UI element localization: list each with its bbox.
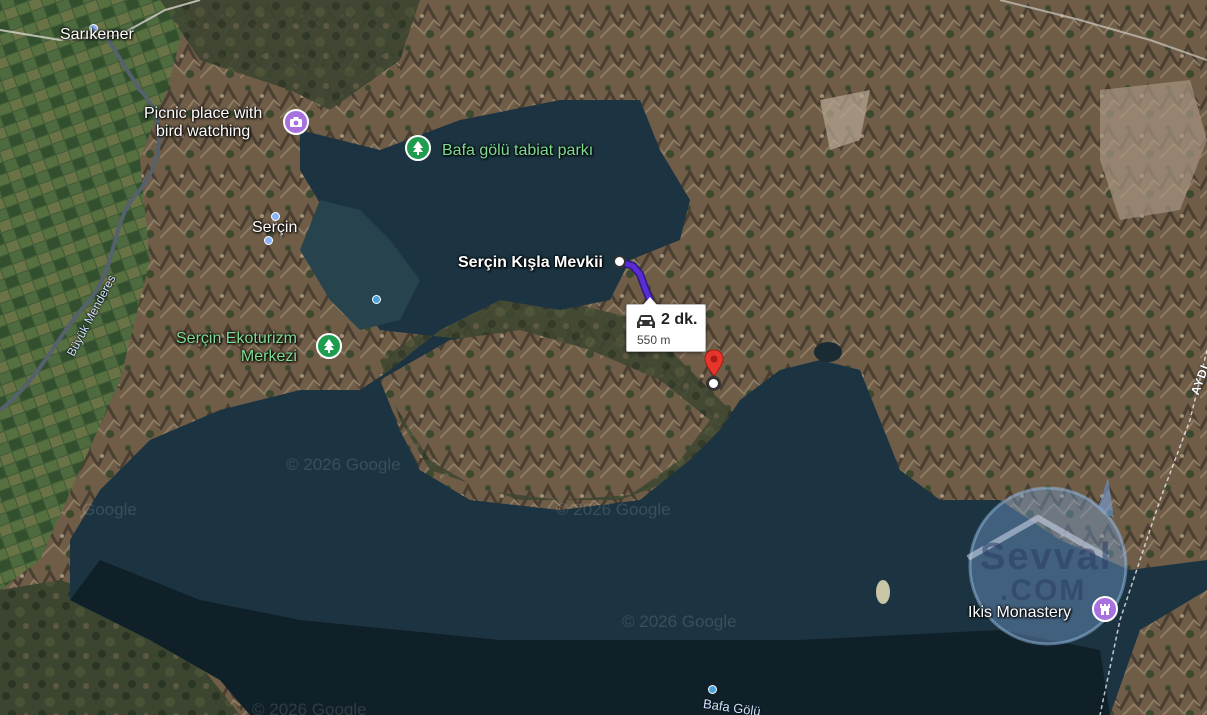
picnic-label-line1: Picnic place with: [144, 105, 263, 122]
sevval-com-text: .COM: [1000, 574, 1087, 607]
google-watermark: © 2026 Google: [286, 455, 401, 474]
route-start-marker[interactable]: [613, 255, 626, 268]
ekoturizm-label-line2: Merkezi: [240, 348, 297, 365]
picnic-label-line2: bird watching: [156, 123, 251, 140]
town-marker[interactable]: [264, 236, 273, 245]
route-info-callout[interactable]: 2 dk. 550 m: [626, 297, 706, 352]
google-watermark: © 2026 Google: [252, 700, 367, 715]
satellite-map[interactable]: © 2026 Google © 2026 Google © 2026 Googl…: [0, 0, 1207, 715]
place-label-bafa-park[interactable]: Bafa gölü tabiat parkı: [442, 142, 593, 160]
place-label-picnic[interactable]: Picnic place with bird watching: [144, 105, 262, 141]
tree-icon[interactable]: [405, 135, 431, 161]
castle-icon[interactable]: [1092, 596, 1118, 622]
google-watermark: © 2026 Google: [622, 612, 737, 631]
route-distance: 550 m: [637, 333, 671, 347]
destination-marker[interactable]: [706, 376, 721, 391]
place-label-sercin[interactable]: Serçin: [252, 219, 297, 237]
car-icon: [635, 314, 657, 335]
sevval-text: Sevval: [980, 536, 1113, 578]
place-label-kisla[interactable]: Serçin Kışla Mevkii: [458, 254, 603, 272]
place-label-ikis[interactable]: Ikis Monastery: [968, 604, 1071, 622]
google-watermark: Google: [82, 500, 137, 519]
route-time: 2 dk.: [661, 311, 698, 328]
ekoturizm-label-line1: Serçin Ekoturizm: [176, 330, 297, 347]
place-label-sarikemer[interactable]: Sarıkemer: [60, 26, 134, 44]
place-label-ekoturizm[interactable]: Serçin Ekoturizm Merkezi: [176, 330, 297, 366]
water-marker[interactable]: [372, 295, 381, 304]
tree-icon[interactable]: [316, 333, 342, 359]
sevval-watermark-logo: Sevval .COM: [958, 478, 1138, 653]
water-marker[interactable]: [708, 685, 717, 694]
camera-icon[interactable]: [283, 109, 309, 135]
town-marker[interactable]: [271, 212, 280, 221]
google-watermark: © 2026 Google: [556, 500, 671, 519]
